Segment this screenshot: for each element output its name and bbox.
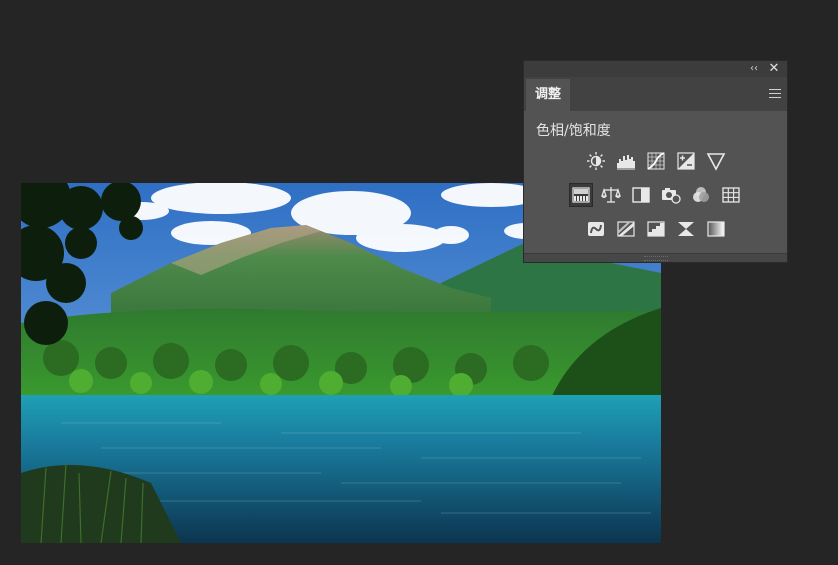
panel-tab-bar: 调整: [524, 77, 787, 111]
panel-title-bar[interactable]: ‹‹ ✕: [524, 61, 787, 77]
invert-icon[interactable]: [584, 217, 608, 241]
tab-adjustments[interactable]: 调整: [526, 79, 571, 111]
hue-saturation-icon[interactable]: [568, 183, 593, 207]
channel-mixer-icon[interactable]: [689, 183, 713, 207]
vibrance-icon[interactable]: [704, 149, 728, 173]
posterize-icon[interactable]: [614, 217, 638, 241]
brightness-contrast-icon[interactable]: [584, 149, 608, 173]
gradient-map-icon[interactable]: [704, 217, 728, 241]
color-lookup-icon[interactable]: [719, 183, 743, 207]
collapse-panel-button[interactable]: ‹‹: [747, 62, 761, 76]
exposure-icon[interactable]: [674, 149, 698, 173]
adjustment-icons-row-3: [524, 217, 787, 241]
color-balance-icon[interactable]: [599, 183, 623, 207]
photo-filter-icon[interactable]: [659, 183, 683, 207]
levels-icon[interactable]: [614, 149, 638, 173]
panel-menu-icon[interactable]: [769, 86, 781, 100]
close-panel-button[interactable]: ✕: [767, 62, 781, 76]
curves-icon[interactable]: [644, 149, 668, 173]
black-white-icon[interactable]: [629, 183, 653, 207]
selective-color-icon[interactable]: [674, 217, 698, 241]
adjustment-icons-row-1: [524, 149, 787, 173]
current-adjustment-label: 色相/饱和度: [536, 123, 611, 139]
panel-resize-grip[interactable]: [524, 253, 787, 262]
threshold-icon[interactable]: [644, 217, 668, 241]
adjustment-icons-row-2: [524, 183, 787, 207]
adjustments-panel: ‹‹ ✕ 调整 色相/饱和度: [523, 60, 788, 263]
